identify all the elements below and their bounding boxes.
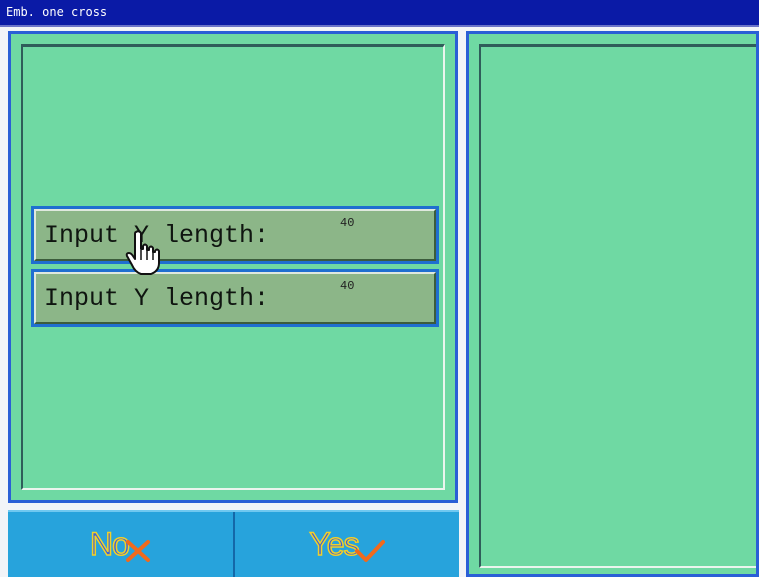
input-panel-frame bbox=[21, 44, 445, 490]
no-button[interactable]: No bbox=[8, 512, 235, 577]
y-length-field[interactable]: Input Y length: 40 bbox=[31, 206, 439, 264]
preview-panel-frame bbox=[479, 44, 756, 568]
field-value: 40 bbox=[340, 279, 355, 293]
hand-pointer-icon bbox=[125, 230, 160, 275]
window-title: Emb. one cross bbox=[6, 5, 108, 19]
field-value: 40 bbox=[340, 216, 355, 230]
input-panel bbox=[8, 31, 458, 503]
no-button-label: No bbox=[89, 525, 130, 563]
title-bar: Emb. one cross bbox=[0, 0, 759, 27]
button-bar: No Yes bbox=[8, 510, 459, 577]
yes-button[interactable]: Yes bbox=[235, 512, 459, 577]
field-label: Input Y length: bbox=[44, 284, 270, 313]
cross-icon bbox=[125, 539, 150, 562]
y-length-field[interactable]: Input Y length: 40 bbox=[31, 269, 439, 327]
preview-panel bbox=[466, 31, 759, 577]
yes-button-label: Yes bbox=[309, 525, 361, 563]
checkmark-icon bbox=[354, 539, 385, 562]
